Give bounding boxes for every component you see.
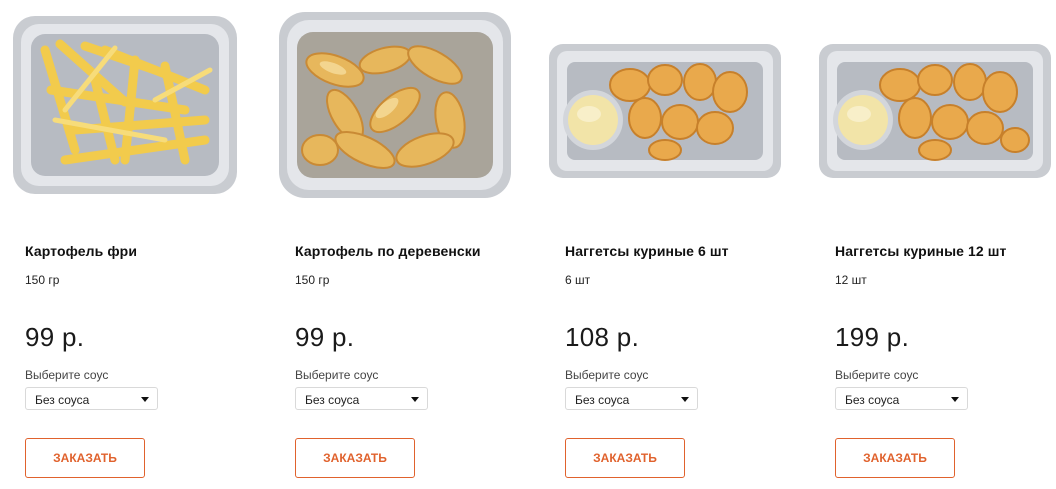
product-title[interactable]: Наггетсы куриные 6 шт (565, 243, 795, 259)
product-weight: 150 гр (295, 273, 330, 287)
product-price: 199 р. (835, 322, 910, 352)
order-button[interactable]: ЗАКАЗАТЬ (25, 438, 145, 478)
sauce-select-value: Без соуса (845, 393, 900, 407)
product-weight: 6 шт (565, 273, 591, 287)
potato-wedges-tray-image (279, 12, 511, 198)
caret-down-icon (411, 397, 419, 402)
caret-down-icon (681, 397, 689, 402)
sauce-label: Выберите соус (835, 368, 919, 382)
product-weight: 150 гр (25, 273, 60, 287)
product-grid: Картофель фри 150 гр 99 р. Выберите соус… (0, 0, 1056, 489)
order-button[interactable]: ЗАКАЗАТЬ (565, 438, 685, 478)
chicken-nuggets-tray-image (819, 44, 1051, 178)
sauce-select-value: Без соуса (575, 393, 630, 407)
chicken-nuggets-tray-image (549, 44, 781, 178)
product-title[interactable]: Картофель по деревенски (295, 243, 525, 259)
order-button[interactable]: ЗАКАЗАТЬ (835, 438, 955, 478)
product-weight: 12 шт (835, 273, 867, 287)
potato-wedges-image[interactable] (275, 10, 515, 200)
product-title[interactable]: Картофель фри (25, 243, 255, 259)
french-fries-image[interactable] (5, 10, 245, 200)
caret-down-icon (141, 397, 149, 402)
product-card: Картофель фри 150 гр 99 р. Выберите соус… (5, 0, 255, 489)
chicken-nuggets-image[interactable] (815, 10, 1055, 200)
product-price: 99 р. (295, 322, 355, 352)
order-button[interactable]: ЗАКАЗАТЬ (295, 438, 415, 478)
chicken-nuggets-image[interactable] (545, 10, 785, 200)
sauce-label: Выберите соус (295, 368, 379, 382)
sauce-select[interactable]: Без соуса (295, 387, 428, 410)
product-price: 99 р. (25, 322, 85, 352)
sauce-label: Выберите соус (565, 368, 649, 382)
sauce-select-value: Без соуса (305, 393, 360, 407)
sauce-label: Выберите соус (25, 368, 109, 382)
product-card: Наггетсы куриные 6 шт 6 шт 108 р. Выбери… (545, 0, 795, 489)
product-card: Картофель по деревенски 150 гр 99 р. Выб… (275, 0, 525, 489)
sauce-select[interactable]: Без соуса (565, 387, 698, 410)
sauce-select[interactable]: Без соуса (25, 387, 158, 410)
french-fries-tray-image (13, 16, 237, 194)
sauce-select-value: Без соуса (35, 393, 90, 407)
sauce-select[interactable]: Без соуса (835, 387, 968, 410)
caret-down-icon (951, 397, 959, 402)
product-card: Наггетсы куриные 12 шт 12 шт 199 р. Выбе… (815, 0, 1056, 489)
product-price: 108 р. (565, 322, 640, 352)
product-title[interactable]: Наггетсы куриные 12 шт (835, 243, 1056, 259)
